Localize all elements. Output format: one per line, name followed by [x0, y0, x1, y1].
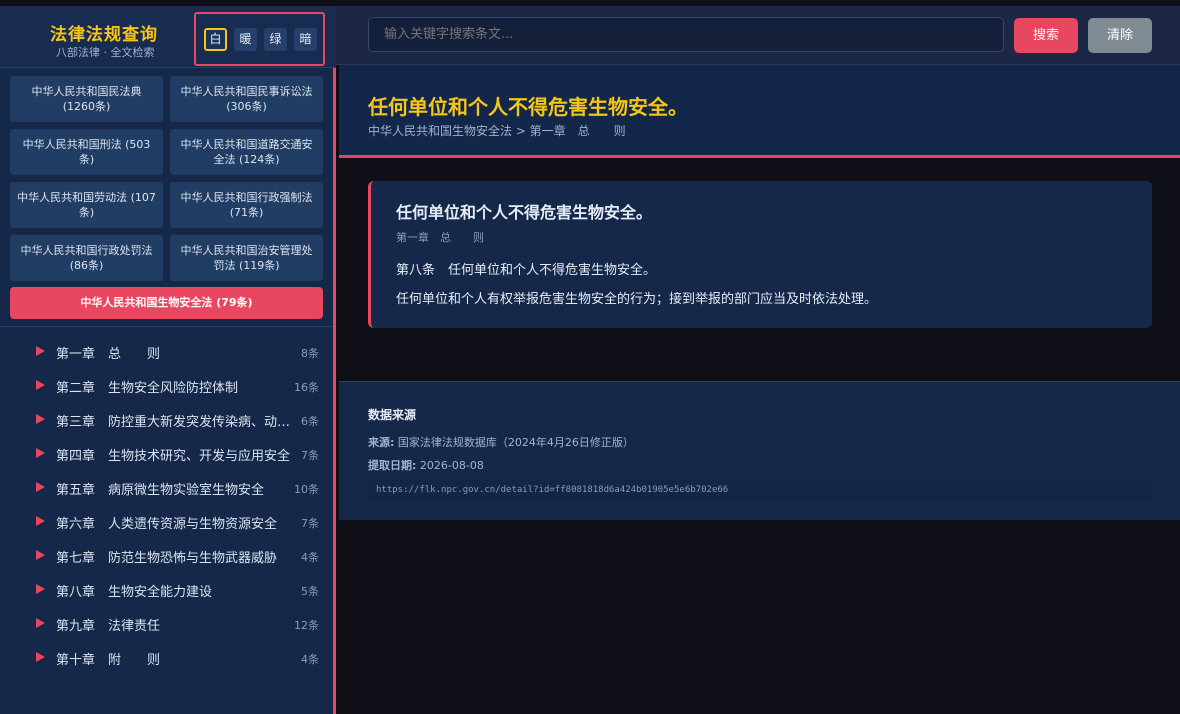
chapter-count: 4条 [301, 653, 319, 666]
brand-header: 法律法规查询 八部法律 · 全文检索 白 暖 绿 暗 [0, 6, 336, 68]
chapter-item-7[interactable]: 第七章 防范生物恐怖与生物武器威胁 4条 [0, 543, 333, 573]
chapter-item-4[interactable]: 第四章 生物技术研究、开发与应用安全 7条 [0, 441, 333, 471]
source-line: 来源: 国家法律法规数据库（2024年4月26日修正版） [368, 434, 634, 450]
theme-switcher: 白 暖 绿 暗 [194, 12, 325, 66]
theme-warm-button[interactable]: 暖 [234, 28, 257, 51]
chevron-right-icon [36, 618, 45, 628]
page-title: 任何单位和个人不得危害生物安全。 [368, 95, 688, 119]
chapter-title: 第十章 附 则 [56, 653, 161, 668]
law-button-admin-penalty[interactable]: 中华人民共和国行政处罚法 (86条) [10, 235, 163, 281]
article-card-title: 任何单位和个人不得危害生物安全。 [396, 203, 653, 222]
date-value: 2026-08-08 [419, 459, 484, 472]
chapter-count: 8条 [301, 347, 319, 360]
theme-white-button[interactable]: 白 [204, 28, 227, 51]
article-card: 任何单位和个人不得危害生物安全。 第一章 总 则 第八条 任何单位和个人不得危害… [368, 181, 1152, 328]
chapter-title: 第五章 病原微生物实验室生物安全 [56, 483, 265, 498]
chevron-right-icon [36, 414, 45, 424]
theme-dark-button[interactable]: 暗 [294, 28, 317, 51]
chevron-right-icon [36, 482, 45, 492]
app-subtitle: 八部法律 · 全文检索 [56, 46, 155, 59]
chapter-item-2[interactable]: 第二章 生物安全风险防控体制 16条 [0, 373, 333, 403]
search-bar: 搜索 清除 [336, 6, 1180, 65]
chapter-count: 4条 [301, 551, 319, 564]
law-button-road-traffic[interactable]: 中华人民共和国道路交通安全法 (124条) [170, 129, 323, 175]
chapter-item-9[interactable]: 第九章 法律责任 12条 [0, 611, 333, 641]
chapter-title: 第二章 生物安全风险防控体制 [56, 381, 239, 396]
chapter-count: 5条 [301, 585, 319, 598]
source-label: 来源: [368, 436, 395, 449]
chevron-right-icon [36, 550, 45, 560]
chevron-right-icon [36, 448, 45, 458]
sidebar: 法律法规查询 八部法律 · 全文检索 白 暖 绿 暗 中华人民共和国民法典 (1… [0, 6, 336, 714]
search-input[interactable] [368, 17, 1004, 52]
law-button-admin-enforcement[interactable]: 中华人民共和国行政强制法 (71条) [170, 182, 323, 228]
app-title: 法律法规查询 [50, 25, 158, 45]
article-header: 任何单位和个人不得危害生物安全。 中华人民共和国生物安全法 > 第一章 总 则 [339, 65, 1180, 158]
chapter-count: 7条 [301, 449, 319, 462]
app-root: 法律法规查询 八部法律 · 全文检索 白 暖 绿 暗 中华人民共和国民法典 (1… [0, 0, 1180, 714]
source-value: 国家法律法规数据库（2024年4月26日修正版） [397, 436, 634, 449]
date-label: 提取日期: [368, 459, 417, 472]
chapter-title: 第六章 人类遗传资源与生物资源安全 [56, 517, 278, 532]
law-button-biosecurity-active[interactable]: 中华人民共和国生物安全法 (79条) [10, 287, 323, 319]
chapter-count: 12条 [294, 619, 319, 632]
law-button-criminal-law[interactable]: 中华人民共和国刑法 (503条) [10, 129, 163, 175]
chapter-title: 第四章 生物技术研究、开发与应用安全 [56, 449, 291, 464]
law-button-civil-procedure[interactable]: 中华人民共和国民事诉讼法 (306条) [170, 76, 323, 122]
source-heading: 数据来源 [368, 408, 417, 422]
chevron-right-icon [36, 380, 45, 390]
chapter-title: 第八章 生物安全能力建设 [56, 585, 213, 600]
search-button[interactable]: 搜索 [1014, 18, 1078, 53]
source-url[interactable]: https://flk.npc.gov.cn/detail?id=ff80818… [368, 479, 1152, 501]
chapter-count: 7条 [301, 517, 319, 530]
chevron-right-icon [36, 584, 45, 594]
chapter-item-5[interactable]: 第五章 病原微生物实验室生物安全 10条 [0, 475, 333, 505]
chapter-title: 第七章 防范生物恐怖与生物武器威胁 [56, 551, 278, 566]
chapter-title: 第九章 法律责任 [56, 619, 161, 634]
chapter-count: 16条 [294, 381, 319, 394]
chapter-count: 10条 [294, 483, 319, 496]
chapter-item-8[interactable]: 第八章 生物安全能力建设 5条 [0, 577, 333, 607]
article-chapter-label: 第一章 总 则 [396, 231, 484, 244]
theme-green-button[interactable]: 绿 [264, 28, 287, 51]
chapter-count: 6条 [301, 415, 319, 428]
clear-button[interactable]: 清除 [1088, 18, 1152, 53]
breadcrumb: 中华人民共和国生物安全法 > 第一章 总 则 [368, 124, 626, 138]
date-line: 提取日期: 2026-08-08 [368, 457, 484, 473]
chapter-item-1[interactable]: 第一章 总 则 8条 [0, 339, 333, 369]
article-number-line: 第八条 任何单位和个人不得危害生物安全。 [396, 263, 657, 278]
law-button-civil-code[interactable]: 中华人民共和国民法典 (1260条) [10, 76, 163, 122]
law-button-public-security[interactable]: 中华人民共和国治安管理处罚法 (119条) [170, 235, 323, 281]
chapter-title: 第三章 防控重大新发突发传染病、动植物疫情 [56, 415, 296, 430]
chevron-right-icon [36, 516, 45, 526]
law-button-labor-law[interactable]: 中华人民共和国劳动法 (107条) [10, 182, 163, 228]
chapter-item-3[interactable]: 第三章 防控重大新发突发传染病、动植物疫情 6条 [0, 407, 333, 437]
chapter-item-10[interactable]: 第十章 附 则 4条 [0, 645, 333, 675]
chevron-right-icon [36, 346, 45, 356]
sidebar-divider [0, 326, 333, 327]
article-content: 任何单位和个人不得危害生物安全。 第一章 总 则 第八条 任何单位和个人不得危害… [339, 161, 1180, 381]
data-source-panel: 数据来源 来源: 国家法律法规数据库（2024年4月26日修正版） 提取日期: … [339, 381, 1180, 520]
chevron-right-icon [36, 652, 45, 662]
chapter-item-6[interactable]: 第六章 人类遗传资源与生物资源安全 7条 [0, 509, 333, 539]
article-body-text: 任何单位和个人有权举报危害生物安全的行为；接到举报的部门应当及时依法处理。 [396, 292, 878, 307]
chapter-title: 第一章 总 则 [56, 347, 161, 362]
